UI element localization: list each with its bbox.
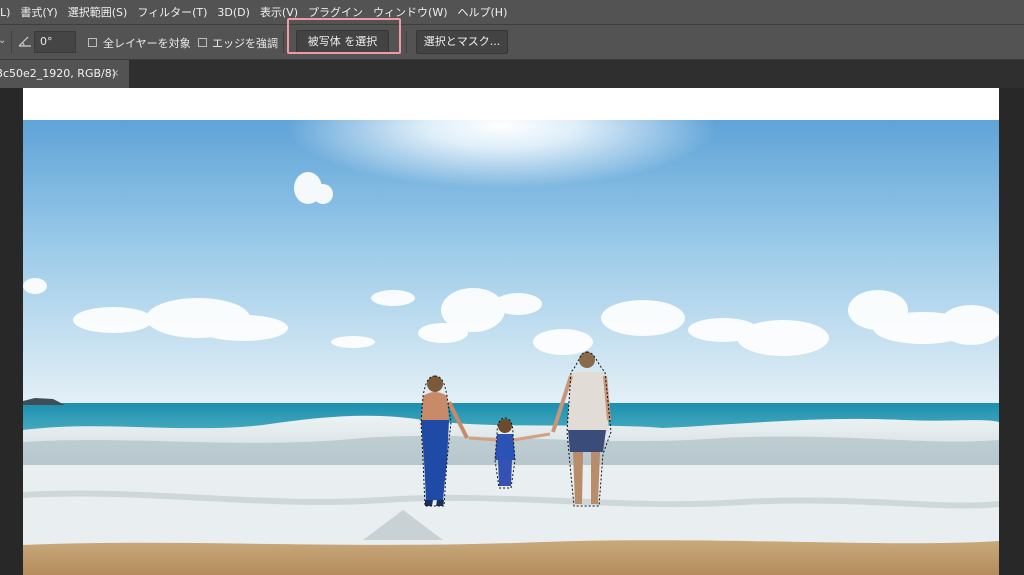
document-tab-bar: 3c50e2_1920, RGB/8) × [0,60,1024,88]
divider [283,31,284,53]
angle-input[interactable]: 0° [34,31,76,53]
divider [406,31,407,53]
divider [11,31,12,53]
sample-all-layers-label: 全レイヤーを対象 [103,37,191,50]
menu-item-select[interactable]: 選択範囲(S) [63,4,133,20]
menu-item-type[interactable]: 書式(Y) [15,4,62,20]
document-tab[interactable]: 3c50e2_1920, RGB/8) × [0,60,129,88]
enhance-edge-label: エッジを強調 [212,37,278,50]
chevron-down-icon[interactable]: ⌄ [0,35,8,49]
angle-icon [18,36,31,47]
menu-bar: L) 書式(Y) 選択範囲(S) フィルター(T) 3D(D) 表示(V) プラ… [0,0,1024,24]
canvas-photo[interactable] [23,120,999,575]
menu-item-layer[interactable]: L) [0,6,15,19]
menu-item-3d[interactable]: 3D(D) [212,6,255,19]
enhance-edge-checkbox[interactable] [198,38,207,47]
select-and-mask-button[interactable]: 選択とマスク... [416,30,508,54]
sample-all-layers-checkbox[interactable] [88,38,97,47]
canvas-white-area [23,88,999,120]
menu-item-help[interactable]: ヘルプ(H) [453,4,513,20]
menu-item-filter[interactable]: フィルター(T) [132,4,212,20]
document-tab-title: 3c50e2_1920, RGB/8) [0,67,117,80]
highlight-frame [287,18,401,54]
options-bar: ⌄ 0° 全レイヤーを対象 エッジを強調 被写体 を選択 選択とマスク... [0,18,1024,60]
close-icon[interactable]: × [111,60,119,88]
